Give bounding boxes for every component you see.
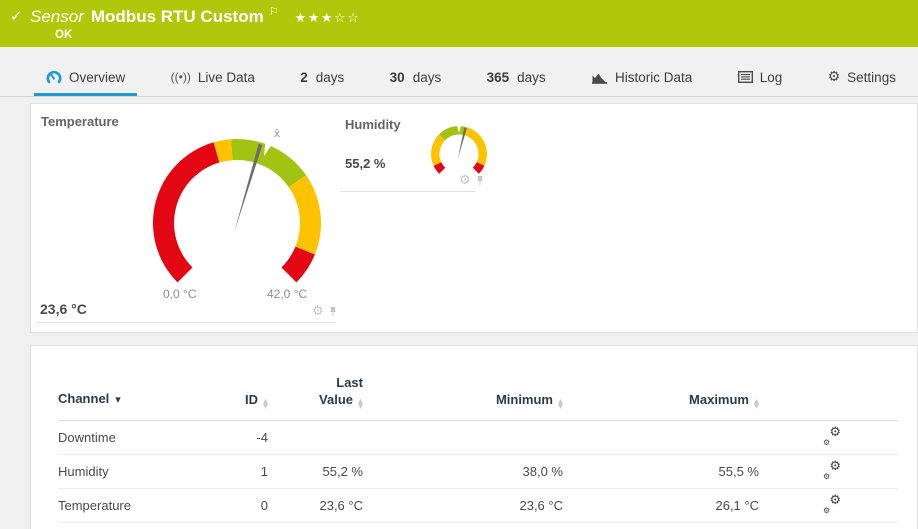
caret-down-icon: ▾ bbox=[115, 394, 121, 406]
tab-label: Overview bbox=[69, 69, 126, 85]
tab-number: 30 bbox=[389, 69, 405, 85]
channel-name[interactable]: Humidity bbox=[58, 454, 228, 489]
sensor-title: Modbus RTU Custom bbox=[90, 7, 264, 26]
humidity-current-value: 55,2 % bbox=[345, 156, 386, 171]
humidity-tile-divider bbox=[340, 191, 476, 192]
tab-30-days[interactable]: 30 days bbox=[378, 47, 454, 96]
table-header-row: Channel ▾ ID ▲ ▼ Last Value ▲ ▼ Minimum ▲ ▼ Max… bbox=[58, 374, 898, 421]
sort-icon: ▲ ▼ bbox=[754, 397, 759, 410]
channel-minimum: 38,0 % bbox=[363, 454, 563, 489]
table-row-humidity: Humidity 1 55,2 % 38,0 % 55,5 % ⚙ ⚙ bbox=[58, 454, 898, 489]
channel-maximum: 26,1 °C bbox=[563, 488, 759, 523]
channel-last-value: 55,2 % bbox=[268, 454, 363, 489]
tab-log[interactable]: Log bbox=[726, 47, 795, 96]
tab-label: Log bbox=[759, 69, 783, 85]
stars-filled: ★★★ bbox=[294, 11, 335, 26]
tab-bar: Overview ((•)) Live Data 2 days 30 days … bbox=[0, 47, 918, 97]
tab-number: 365 bbox=[486, 69, 510, 85]
channel-maximum: 55,5 % bbox=[563, 454, 759, 489]
pin-icon[interactable] bbox=[328, 306, 338, 318]
priority-stars[interactable]: ★★★☆☆ bbox=[295, 11, 361, 26]
gear-icon[interactable]: ⚙ bbox=[312, 304, 324, 319]
tab-label: Settings bbox=[847, 69, 896, 85]
sort-icon: ▲ ▼ bbox=[263, 397, 268, 410]
channel-settings-icon[interactable]: ⚙ ⚙ bbox=[823, 459, 841, 481]
channel-maximum bbox=[563, 420, 759, 455]
column-header-channel[interactable]: Channel ▾ bbox=[58, 374, 228, 421]
temperature-current-value: 23,6 °C bbox=[40, 301, 87, 317]
channel-id: 1 bbox=[228, 454, 268, 489]
column-header-maximum[interactable]: Maximum ▲ ▼ bbox=[563, 374, 759, 421]
broadcast-icon: ((•)) bbox=[170, 70, 191, 84]
channel-settings-icon[interactable]: ⚙ ⚙ bbox=[823, 493, 841, 515]
tab-settings[interactable]: ⚙ Settings bbox=[816, 47, 908, 96]
gauge-min-label: 0,0 °C bbox=[163, 287, 197, 301]
area-chart-icon bbox=[592, 73, 608, 84]
tab-label: days bbox=[412, 69, 442, 85]
humidity-tile-actions: ⚙ bbox=[459, 173, 485, 188]
tab-2-days[interactable]: 2 days bbox=[288, 47, 356, 96]
channel-id: 0 bbox=[228, 488, 268, 523]
column-header-last-value[interactable]: Last Value ▲ ▼ bbox=[268, 374, 363, 421]
column-header-actions bbox=[759, 374, 898, 421]
tab-label: Historic Data bbox=[615, 69, 693, 85]
object-kind-label: Sensor bbox=[30, 7, 84, 26]
gauge-max-label: 42,0 °C bbox=[267, 287, 308, 301]
tab-label: days bbox=[315, 69, 345, 85]
tab-label: days bbox=[517, 69, 546, 85]
pin-icon[interactable] bbox=[475, 175, 485, 187]
tab-overview[interactable]: Overview bbox=[34, 47, 138, 96]
ok-check-icon: ✓ bbox=[10, 7, 23, 25]
channel-name[interactable]: Downtime bbox=[58, 420, 228, 455]
sensor-title-line: Sensor Modbus RTU Custom ⚐ ★★★☆☆ bbox=[30, 5, 360, 27]
channel-name[interactable]: Temperature bbox=[58, 488, 228, 523]
flag-icon[interactable]: ⚐ bbox=[269, 5, 279, 18]
gauges-panel: Temperature x̄ 0,0 °C 42,0 °C 23,6 °C ⚙ … bbox=[30, 103, 918, 333]
table-row-temperature: Temperature 0 23,6 °C 23,6 °C 26,1 °C ⚙ ⚙ bbox=[58, 488, 898, 523]
tab-number: 2 bbox=[300, 69, 308, 85]
tab-label: Live Data bbox=[197, 69, 255, 85]
log-list-icon bbox=[737, 71, 753, 83]
average-marker-label: x̄ bbox=[274, 127, 281, 140]
temperature-tile-actions: ⚙ bbox=[312, 304, 338, 319]
gauge-icon bbox=[46, 70, 62, 84]
channels-table: Channel ▾ ID ▲ ▼ Last Value ▲ ▼ Minimum ▲ ▼ Max… bbox=[58, 374, 898, 523]
table-row-downtime: Downtime -4 ⚙ ⚙ bbox=[58, 420, 898, 455]
channels-panel: Channel ▾ ID ▲ ▼ Last Value ▲ ▼ Minimum ▲ ▼ Max… bbox=[30, 345, 918, 529]
column-header-id[interactable]: ID ▲ ▼ bbox=[228, 374, 268, 421]
temperature-gauge-title: Temperature bbox=[41, 114, 119, 129]
temperature-tile-divider bbox=[36, 322, 336, 323]
channel-id: -4 bbox=[228, 420, 268, 455]
channel-settings-icon[interactable]: ⚙ ⚙ bbox=[823, 425, 841, 447]
gear-icon: ⚙ bbox=[827, 69, 841, 85]
sort-icon: ▲ ▼ bbox=[358, 397, 363, 410]
tab-live-data[interactable]: ((•)) Live Data bbox=[159, 47, 267, 96]
sort-icon: ▲ ▼ bbox=[558, 397, 563, 410]
gear-icon[interactable]: ⚙ bbox=[459, 173, 471, 188]
channel-minimum: 23,6 °C bbox=[363, 488, 563, 523]
channel-last-value: 23,6 °C bbox=[268, 488, 363, 523]
column-header-minimum[interactable]: Minimum ▲ ▼ bbox=[363, 374, 563, 421]
tab-historic-data[interactable]: Historic Data bbox=[579, 47, 704, 96]
humidity-gauge-title: Humidity bbox=[345, 117, 401, 132]
status-badge: OK bbox=[55, 29, 73, 41]
channel-minimum bbox=[363, 420, 563, 455]
channel-last-value bbox=[268, 420, 363, 455]
stars-empty: ☆☆ bbox=[334, 11, 361, 26]
sensor-status-header: ✓ Sensor Modbus RTU Custom ⚐ ★★★☆☆ OK bbox=[0, 0, 918, 47]
tab-365-days[interactable]: 365 days bbox=[475, 47, 558, 96]
